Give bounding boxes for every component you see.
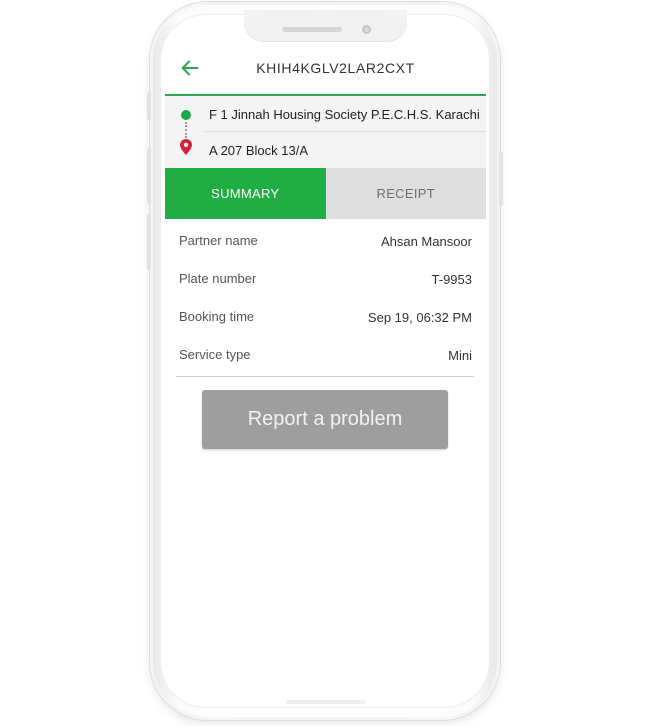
route-divider xyxy=(205,131,486,132)
detail-label: Partner name xyxy=(179,233,258,248)
detail-row-partner: Partner name Ahsan Mansoor xyxy=(176,222,474,260)
trip-details: Partner name Ahsan Mansoor Plate number … xyxy=(176,222,474,377)
tab-bar: SUMMARY RECEIPT xyxy=(165,168,486,219)
detail-row-service-type: Service type Mini xyxy=(176,336,474,374)
home-indicator xyxy=(286,700,366,704)
tab-receipt[interactable]: RECEIPT xyxy=(325,168,486,219)
green-dot-icon xyxy=(181,110,191,120)
detail-value: Mini xyxy=(448,348,472,363)
detail-row-booking-time: Booking time Sep 19, 06:32 PM xyxy=(176,298,474,336)
tab-summary[interactable]: SUMMARY xyxy=(165,168,326,219)
red-pin-icon xyxy=(180,139,192,155)
detail-row-plate: Plate number T-9953 xyxy=(176,260,474,298)
report-problem-button[interactable]: Report a problem xyxy=(202,390,448,449)
route-panel: F 1 Jinnah Housing Society P.E.C.H.S. Ka… xyxy=(165,96,486,168)
power-button xyxy=(499,152,503,206)
detail-value: Ahsan Mansoor xyxy=(380,234,472,249)
route-connector xyxy=(185,122,187,138)
app-header: KHIH4KGLV2LAR2CXT xyxy=(165,46,486,96)
volume-down-button xyxy=(147,214,151,270)
booking-id-title: KHIH4KGLV2LAR2CXT xyxy=(256,60,415,76)
detail-value: Sep 19, 06:32 PM xyxy=(367,310,472,325)
detail-label: Booking time xyxy=(179,309,255,324)
pickup-address: F 1 Jinnah Housing Society P.E.C.H.S. Ka… xyxy=(209,107,480,122)
front-camera xyxy=(362,25,371,34)
mute-switch xyxy=(147,92,151,120)
dropoff-address: A 207 Block 13/A xyxy=(209,143,309,158)
notch xyxy=(244,10,407,42)
detail-label: Service type xyxy=(179,347,251,362)
detail-label: Plate number xyxy=(179,271,257,286)
volume-up-button xyxy=(147,148,151,204)
detail-value: T-9953 xyxy=(431,272,472,287)
device-mockup: KHIH4KGLV2LAR2CXT F 1 Jinnah Housing Soc… xyxy=(0,0,651,726)
speaker-grille xyxy=(282,27,342,32)
